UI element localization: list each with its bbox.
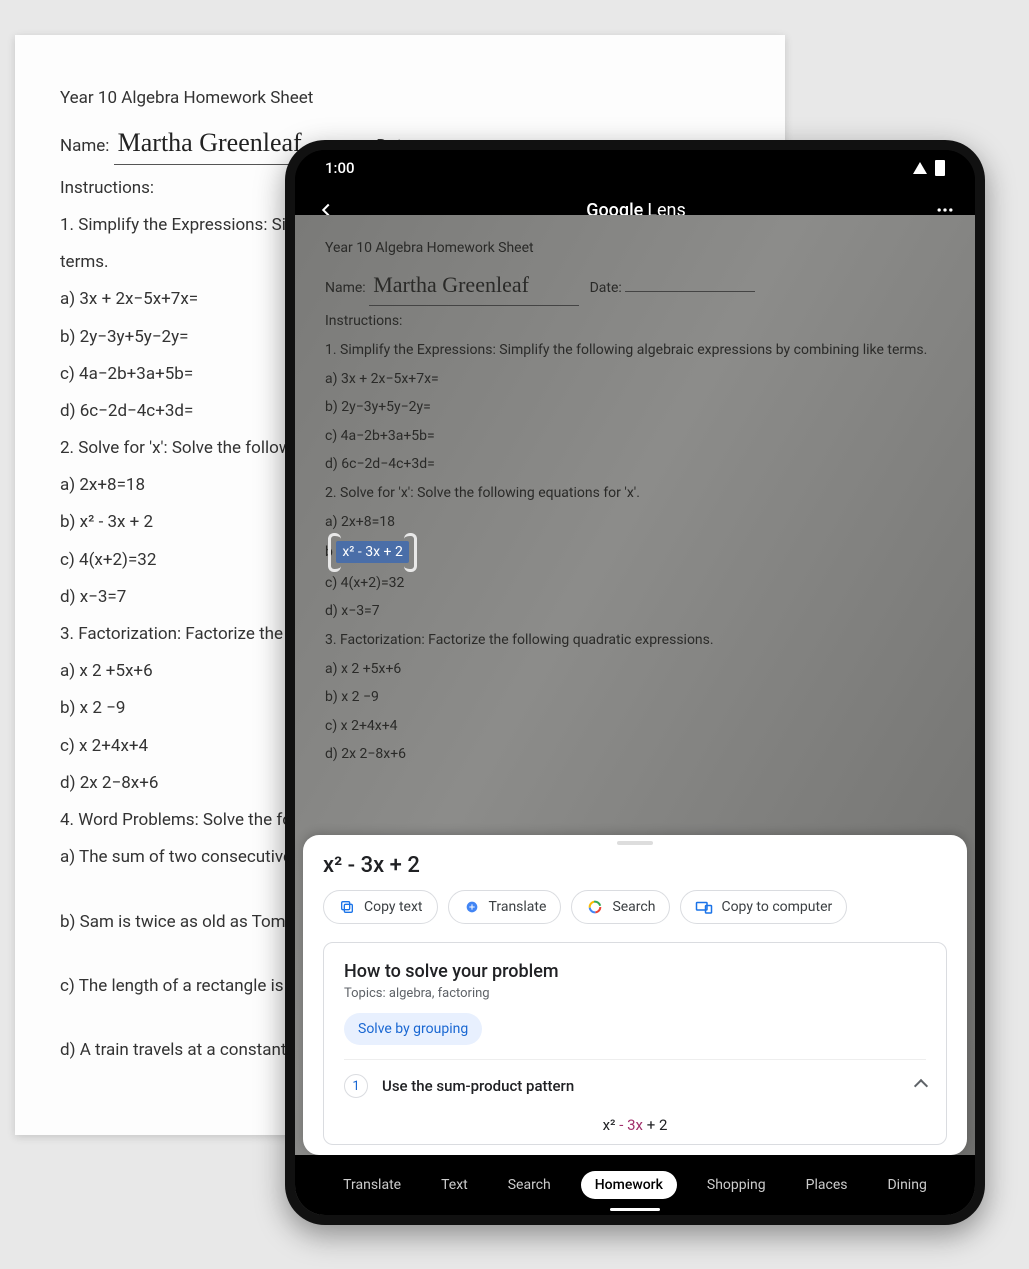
search-chip[interactable]: Search <box>571 890 670 924</box>
cap-section3: 3. Factorization: Factorize the followin… <box>325 627 945 654</box>
cap-q2d: d) x−3=7 <box>325 598 945 625</box>
cap-date-blank <box>625 291 755 292</box>
text-selection[interactable]: x² - 3x + 2 <box>336 539 408 566</box>
chevron-up-icon <box>914 1079 928 1093</box>
mode-tabs: Translate Text Search Homework Shopping … <box>295 1155 975 1215</box>
detected-formula: x² - 3x + 2 <box>323 853 947 878</box>
tab-shopping[interactable]: Shopping <box>697 1171 776 1199</box>
status-time: 1:00 <box>325 159 355 177</box>
cap-q3d: d) 2x 2−8x+6 <box>325 741 945 768</box>
method-pill[interactable]: Solve by grouping <box>344 1013 482 1045</box>
copy-text-label: Copy text <box>364 899 423 915</box>
cap-q3a: a) x 2 +5x+6 <box>325 656 945 683</box>
copy-computer-chip[interactable]: Copy to computer <box>680 890 847 924</box>
copy-computer-label: Copy to computer <box>721 899 832 915</box>
step-title: Use the sum-product pattern <box>382 1077 574 1095</box>
cap-title: Year 10 Algebra Homework Sheet <box>325 235 945 262</box>
cap-q3b: b) x 2 −9 <box>325 684 945 711</box>
cap-q2a: a) 2x+8=18 <box>325 509 945 536</box>
cap-q1a: a) 3x + 2x−5x+7x= <box>325 366 945 393</box>
cap-q2b: b x² - 3x + 2 <box>325 537 945 568</box>
copy-text-chip[interactable]: Copy text <box>323 890 438 924</box>
results-sheet[interactable]: x² - 3x + 2 Copy text Translate <box>303 835 967 1155</box>
tablet-screen: 1:00 Google Lens Year 10 Algebra Homewor… <box>295 150 975 1215</box>
paper-title: Year 10 Algebra Homework Sheet <box>60 85 740 112</box>
translate-chip[interactable]: Translate <box>448 890 562 924</box>
action-chips: Copy text Translate Search <box>323 890 947 924</box>
tablet-frame: 1:00 Google Lens Year 10 Algebra Homewor… <box>285 140 985 1225</box>
translate-label: Translate <box>489 899 547 915</box>
step-number-badge: 1 <box>344 1074 368 1098</box>
status-bar: 1:00 <box>295 150 975 186</box>
google-icon <box>586 898 604 916</box>
tab-translate[interactable]: Translate <box>333 1171 411 1199</box>
cap-q1d: d) 6c−2d−4c+3d= <box>325 451 945 478</box>
translate-icon <box>463 898 481 916</box>
cap-student-name: Martha Greenleaf <box>369 264 579 307</box>
copy-icon <box>338 898 356 916</box>
cap-q1b: b) 2y−3y+5y−2y= <box>325 394 945 421</box>
cap-section1: 1. Simplify the Expressions: Simplify th… <box>325 337 945 364</box>
step-formula: x² - 3x + 2 <box>344 1108 926 1138</box>
cap-name-row: Name: Martha Greenleaf Date: <box>325 264 945 307</box>
card-topics: Topics: algebra, factoring <box>344 986 926 1001</box>
formula-part-c: + 2 <box>643 1116 667 1134</box>
home-indicator[interactable] <box>610 1208 660 1211</box>
battery-icon <box>935 160 945 176</box>
cap-q1c: c) 4a−2b+3a+5b= <box>325 423 945 450</box>
cap-q3c: c) x 2+4x+4 <box>325 713 945 740</box>
tab-text[interactable]: Text <box>431 1171 478 1199</box>
formula-part-b: - 3x <box>619 1116 643 1134</box>
tab-places[interactable]: Places <box>796 1171 858 1199</box>
tab-search[interactable]: Search <box>498 1171 561 1199</box>
cap-date-label: Date: <box>590 280 622 296</box>
step-1-row[interactable]: 1 Use the sum-product pattern <box>344 1059 926 1108</box>
search-label: Search <box>612 899 655 915</box>
cap-section2: 2. Solve for 'x': Solve the following eq… <box>325 480 945 507</box>
selected-text: x² - 3x + 2 <box>336 541 408 563</box>
name-label: Name: <box>60 136 109 156</box>
sheet-grabber[interactable] <box>617 841 653 845</box>
card-heading: How to solve your problem <box>344 961 926 982</box>
cap-name-label: Name: <box>325 280 366 296</box>
cap-q2c: c) 4(x+2)=32 <box>325 570 945 597</box>
solution-card: How to solve your problem Topics: algebr… <box>323 942 947 1145</box>
cap-instructions: Instructions: <box>325 308 945 335</box>
tab-homework[interactable]: Homework <box>581 1171 677 1199</box>
devices-icon <box>695 898 713 916</box>
formula-part-a: x² <box>603 1116 620 1134</box>
tab-dining[interactable]: Dining <box>877 1171 936 1199</box>
wifi-icon <box>913 162 927 174</box>
